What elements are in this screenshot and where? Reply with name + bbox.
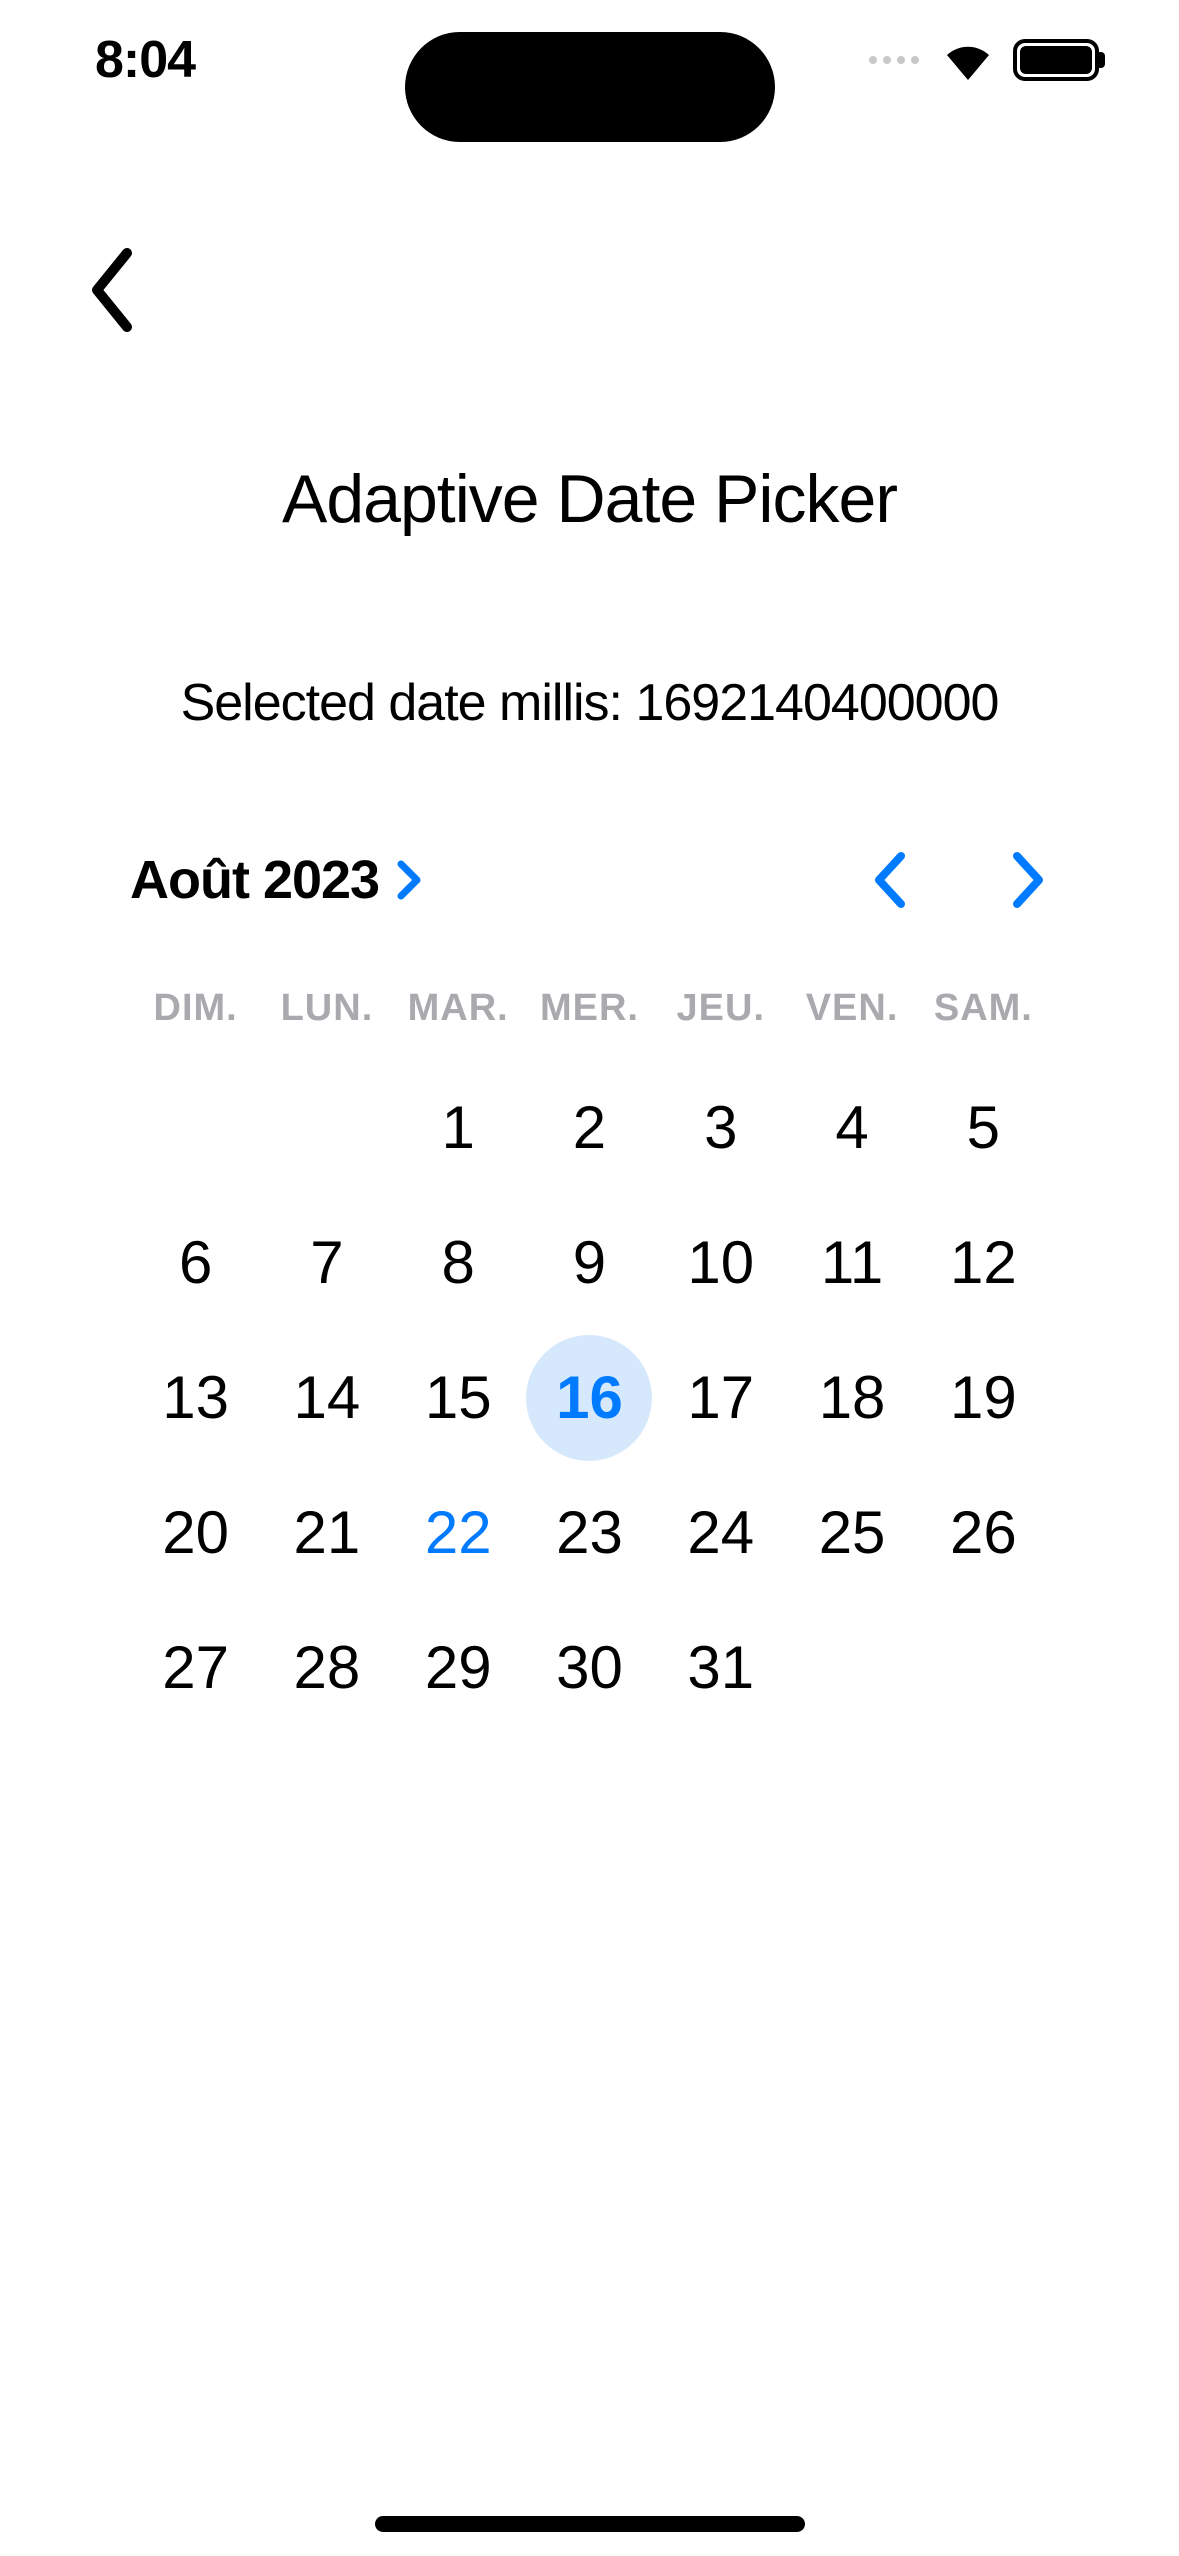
calendar-day[interactable]: 27: [130, 1600, 261, 1735]
calendar-day[interactable]: 23: [524, 1465, 655, 1600]
next-month-button[interactable]: [1009, 848, 1049, 912]
weekday-label: SAM.: [918, 987, 1049, 1030]
calendar-day-number: 15: [395, 1335, 521, 1461]
selected-date-label: Selected date millis: 1692140400000: [0, 673, 1179, 733]
home-indicator[interactable]: [375, 2516, 805, 2532]
calendar-day-number: 25: [789, 1470, 915, 1596]
calendar-day[interactable]: 30: [524, 1600, 655, 1735]
battery-icon: [1013, 39, 1099, 81]
calendar-day[interactable]: 10: [655, 1195, 786, 1330]
calendar-day-empty: [130, 1060, 261, 1195]
calendar-day[interactable]: 19: [918, 1330, 1049, 1465]
calendar-day[interactable]: 21: [261, 1465, 392, 1600]
calendar-day-number: 13: [133, 1335, 259, 1461]
calendar-day[interactable]: 3: [655, 1060, 786, 1195]
calendar-day-number: 22: [395, 1470, 521, 1596]
calendar-day[interactable]: 15: [393, 1330, 524, 1465]
calendar-day-number: 12: [920, 1200, 1046, 1326]
page-title: Adaptive Date Picker: [0, 460, 1179, 538]
status-bar: 8:04: [0, 0, 1179, 120]
calendar-day[interactable]: 11: [786, 1195, 917, 1330]
calendar-day[interactable]: 17: [655, 1330, 786, 1465]
weekday-label: VEN.: [786, 987, 917, 1030]
selected-millis-value: 1692140400000: [635, 674, 998, 732]
calendar-day[interactable]: 16: [524, 1330, 655, 1465]
calendar-day-number: 29: [395, 1605, 521, 1731]
calendar-day-empty: [261, 1060, 392, 1195]
weekday-label: MAR.: [393, 987, 524, 1030]
chevron-right-icon: [395, 858, 423, 902]
calendar-day[interactable]: 12: [918, 1195, 1049, 1330]
calendar-day-number: 27: [133, 1605, 259, 1731]
calendar-day[interactable]: 13: [130, 1330, 261, 1465]
calendar-day-number: 8: [395, 1200, 521, 1326]
status-time: 8:04: [95, 30, 195, 90]
calendar-day-number: 14: [264, 1335, 390, 1461]
calendar-day[interactable]: 7: [261, 1195, 392, 1330]
wifi-icon: [941, 40, 995, 80]
weekday-header: DIM.LUN.MAR.MER.JEU.VEN.SAM.: [130, 987, 1049, 1030]
calendar-day[interactable]: 31: [655, 1600, 786, 1735]
dynamic-island: [405, 32, 775, 142]
calendar-day[interactable]: 2: [524, 1060, 655, 1195]
status-right: [869, 39, 1099, 81]
calendar-day-number: 5: [920, 1065, 1046, 1191]
calendar-day[interactable]: 6: [130, 1195, 261, 1330]
calendar-grid: 1234567891011121314151617181920212223242…: [130, 1060, 1049, 1735]
weekday-label: JEU.: [655, 987, 786, 1030]
weekday-label: LUN.: [261, 987, 392, 1030]
prev-month-button[interactable]: [869, 848, 909, 912]
calendar-day-number: 20: [133, 1470, 259, 1596]
calendar-header: Août 2023: [130, 848, 1049, 912]
calendar-day[interactable]: 29: [393, 1600, 524, 1735]
calendar-day-number: 3: [658, 1065, 784, 1191]
calendar-day-number: 9: [526, 1200, 652, 1326]
calendar-day[interactable]: 5: [918, 1060, 1049, 1195]
calendar-day[interactable]: 28: [261, 1600, 392, 1735]
calendar-day-number: 30: [526, 1605, 652, 1731]
calendar-day-number: 2: [526, 1065, 652, 1191]
calendar-day-number: 16: [526, 1335, 652, 1461]
weekday-label: MER.: [524, 987, 655, 1030]
calendar-day-number: 10: [658, 1200, 784, 1326]
weekday-label: DIM.: [130, 987, 261, 1030]
calendar-day-number: 11: [789, 1200, 915, 1326]
calendar-day-number: 1: [395, 1065, 521, 1191]
calendar-day-number: 4: [789, 1065, 915, 1191]
calendar-day[interactable]: 4: [786, 1060, 917, 1195]
month-year-label: Août 2023: [130, 849, 379, 911]
calendar: Août 2023 DIM.LUN.MAR.MER.JEU.VEN.SAM. 1…: [0, 848, 1179, 1735]
calendar-day-number: 7: [264, 1200, 390, 1326]
calendar-day-number: 24: [658, 1470, 784, 1596]
calendar-day-number: 26: [920, 1470, 1046, 1596]
calendar-day[interactable]: 8: [393, 1195, 524, 1330]
cellular-dots-icon: [869, 56, 919, 64]
calendar-day[interactable]: 26: [918, 1465, 1049, 1600]
calendar-day[interactable]: 20: [130, 1465, 261, 1600]
calendar-day[interactable]: 14: [261, 1330, 392, 1465]
calendar-day-number: 31: [658, 1605, 784, 1731]
month-year-button[interactable]: Août 2023: [130, 849, 423, 911]
calendar-day[interactable]: 18: [786, 1330, 917, 1465]
calendar-day-number: 28: [264, 1605, 390, 1731]
calendar-day[interactable]: 24: [655, 1465, 786, 1600]
selected-label-text: Selected date millis:: [181, 674, 636, 732]
month-nav: [869, 848, 1049, 912]
calendar-day[interactable]: 9: [524, 1195, 655, 1330]
calendar-day-number: 6: [133, 1200, 259, 1326]
calendar-day[interactable]: 22: [393, 1465, 524, 1600]
calendar-day-number: 23: [526, 1470, 652, 1596]
calendar-day[interactable]: 25: [786, 1465, 917, 1600]
calendar-day-number: 19: [920, 1335, 1046, 1461]
calendar-day-number: 21: [264, 1470, 390, 1596]
calendar-day[interactable]: 1: [393, 1060, 524, 1195]
back-button[interactable]: [85, 245, 137, 335]
calendar-day-number: 18: [789, 1335, 915, 1461]
calendar-day-number: 17: [658, 1335, 784, 1461]
